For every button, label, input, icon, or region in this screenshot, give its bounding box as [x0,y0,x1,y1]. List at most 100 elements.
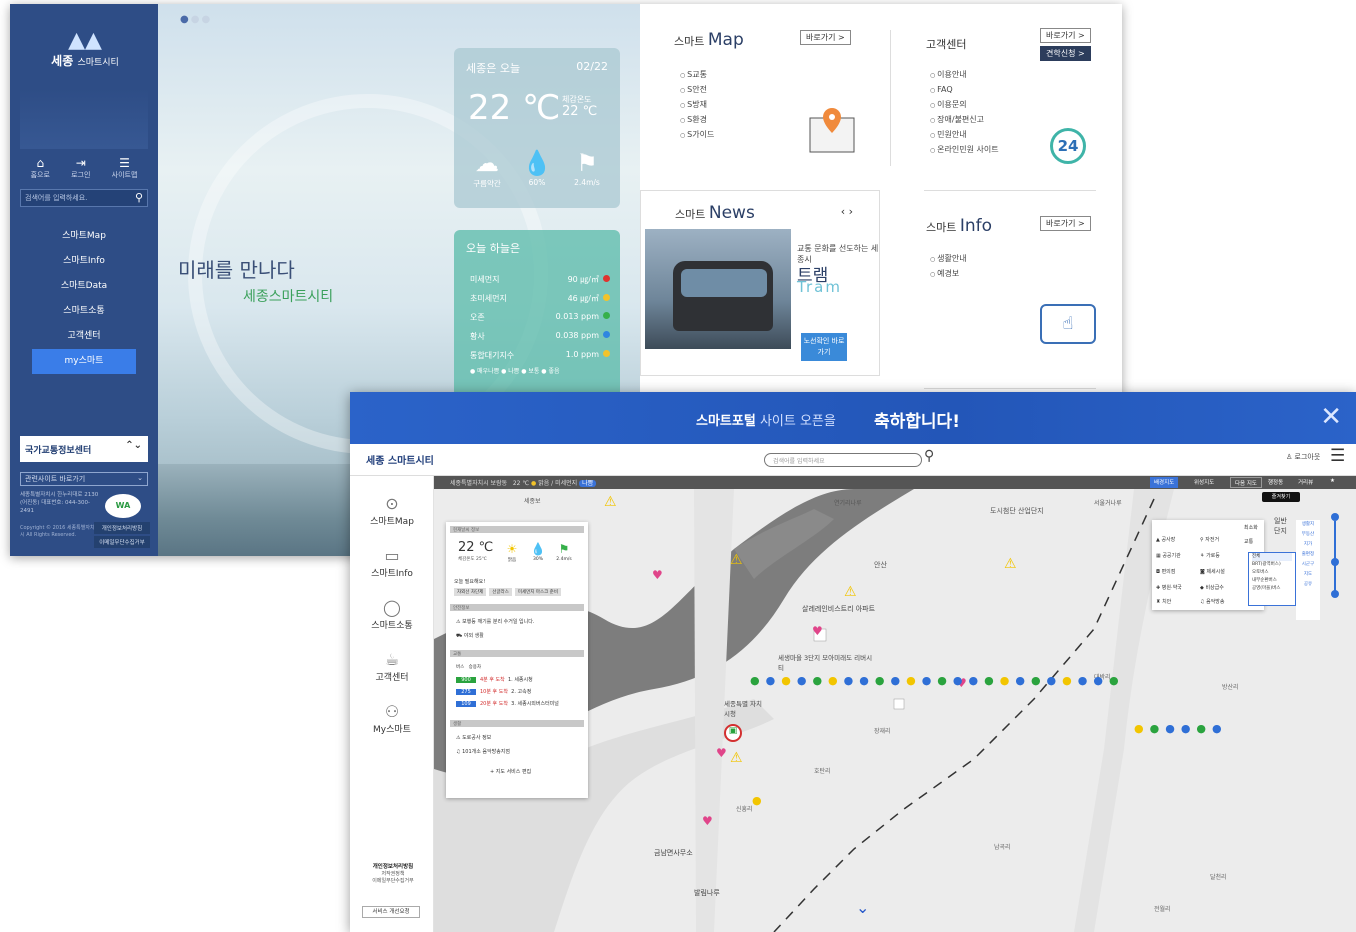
list-item[interactable]: FAQ [930,83,999,98]
list-item[interactable]: S방재 [680,98,714,113]
map-search-input[interactable]: 검색어를 입력하세요 [764,453,922,467]
quick-link-sitemap[interactable]: ☰ 사이트맵 [112,156,138,180]
tab-background-map[interactable]: 배경지도 [1150,477,1179,488]
layer-item[interactable]: ⚘ 가로등 [1200,552,1220,559]
sidebar-item-info[interactable]: 스마트Info [32,249,136,274]
list-item[interactable]: 온라인민원 사이트 [930,143,998,158]
logout-link[interactable]: ♙ 로그아웃 [1286,452,1320,462]
selected-bus-stop-icon[interactable]: ▣ [724,724,742,742]
layer-item[interactable]: ▲ 공사장 [1156,536,1175,543]
slider-dots[interactable]: ●●● [180,14,212,25]
tour-apply-button[interactable]: 견학신청 > [1040,46,1091,61]
nav-item-customer[interactable]: ☕ 고객센터 [350,650,434,683]
sidebar-item-community[interactable]: 스마트소통 [32,299,136,324]
zoom-control[interactable] [1330,512,1340,600]
search-icon[interactable]: ⚲ [924,448,934,464]
minimize-button[interactable]: 최소화 [1244,524,1258,531]
tab-admin-dong[interactable]: 행정동 [1264,477,1287,488]
tool-item[interactable]: 줄편정 [1296,550,1320,560]
tool-item[interactable]: 지도 [1296,570,1320,580]
privacy-link[interactable]: 개인정보처리방침 [360,864,426,871]
bus-stop-marker[interactable]: ● [752,794,762,807]
sub-item[interactable]: 내부순환버스 [1252,577,1292,585]
layer-item[interactable]: ♫ 음악방송 [1200,598,1224,605]
tool-item[interactable]: 시군구 [1296,560,1320,570]
quick-link-home[interactable]: ⌂ 홈으로 [31,156,50,180]
customer-go-button[interactable]: 바로가기 > [1040,28,1091,43]
layer-item[interactable]: ⚲ 자전거 [1200,536,1219,543]
bus-stop-markers[interactable]: ●●●●●● [1134,722,1244,735]
tab-car[interactable]: 승용차 [469,665,481,670]
sidebar-item-customer[interactable]: 고객센터 [32,324,136,349]
music-pin-icon[interactable]: ♥ [652,568,663,582]
portal-logo[interactable]: ▲▲ 세종 스마트시티 [40,30,130,69]
list-item[interactable]: S안전 [680,83,714,98]
sidebar-item-my[interactable]: my스마트 [32,349,136,374]
news-nav-arrows[interactable]: ‹ › [841,205,853,218]
list-item[interactable]: 생활안내 [930,252,966,267]
its-banner[interactable]: 국가교통정보센터 ⌃⌄ [20,436,148,462]
nav-item-community[interactable]: ◯ 스마트소통 [350,598,434,631]
layer-item[interactable]: ◘ 편의점 [1156,568,1175,575]
list-item[interactable]: S교통 [680,68,714,83]
music-pin-icon[interactable]: ♥ [812,624,823,638]
nav-item-map[interactable]: ⊙ 스마트Map [350,494,434,527]
construction-warning-icon[interactable]: ⚠ [730,750,743,766]
sidebar-item-map[interactable]: 스마트Map [32,224,136,249]
bus-row[interactable]: 900 4분 후 도착 1. 세종시청 [456,676,533,683]
tool-item[interactable]: 지가 [1296,540,1320,550]
sub-item[interactable]: BRT(광역버스) [1252,561,1292,569]
layer-item[interactable]: ♜ 치안 [1156,598,1171,605]
star-icon[interactable]: ★ [1326,477,1339,488]
sidebar-search-input[interactable]: 검색어를 입력하세요. ⚲ [20,189,148,207]
construction-warning-icon[interactable]: ⚠ [844,584,857,600]
sub-item[interactable]: 오토버스 [1252,569,1292,577]
construction-warning-icon[interactable]: ⚠ [1004,556,1017,572]
tab-daum-map[interactable]: 다음 지도 [1230,477,1262,488]
sidebar-item-data[interactable]: 스마트Data [32,274,136,299]
close-icon[interactable]: ✕ [1320,402,1342,432]
favorites-button[interactable]: 즐겨찾기 [1262,492,1300,502]
edit-map-service-link[interactable]: + 지도 서비스 편집 [490,768,531,775]
family-site-select[interactable]: 관련사이트 바로가기 ⌄ [20,472,148,486]
tab-street-view[interactable]: 거리뷰 [1294,477,1317,488]
list-item[interactable]: 이용안내 [930,68,999,83]
chevron-down-icon[interactable]: ⌄ [856,898,869,917]
nav-item-my[interactable]: ⚇ My스마트 [350,702,434,735]
email-policy-link[interactable]: 이메일무단수집거부 [360,878,426,885]
layer-traffic[interactable]: 교통 [1244,538,1253,545]
list-item[interactable]: 이용문의 [930,98,999,113]
smart-map-go-button[interactable]: 바로가기 > [800,30,851,45]
hamburger-menu-icon[interactable]: ☰ [1330,446,1345,466]
quick-link-login[interactable]: ⇥ 로그인 [71,156,90,180]
info-go-button[interactable]: 바로가기 > [1040,216,1091,231]
layer-item[interactable]: ◆ 비상급수 [1200,584,1224,591]
sub-item-all[interactable]: 전체 [1252,553,1292,561]
nav-item-info[interactable]: ▭ 스마트Info [350,546,434,579]
tab-satellite-map[interactable]: 위성지도 [1190,477,1218,488]
construction-warning-icon[interactable]: ⚠ [604,494,617,510]
layer-item[interactable]: ◙ 제세시설 [1200,568,1225,575]
sub-item[interactable]: 공영(마을)버스 [1252,585,1292,593]
layer-item[interactable]: ✚ 병원·약국 [1156,584,1182,591]
list-item[interactable]: 장애/불편신고 [930,113,999,128]
bus-row[interactable]: 275 10분 후 도착 2. 고속정 [456,688,531,695]
layer-item[interactable]: ▦ 공공기관 [1156,552,1181,559]
list-item[interactable]: S환경 [680,113,714,128]
service-request-button[interactable]: 서비스 개선요청 [362,906,420,918]
privacy-link[interactable]: 개인정보처리방침 [94,522,150,534]
list-item[interactable]: 예경보 [930,267,967,282]
map-logo[interactable]: 세종 스마트시티 [366,452,434,467]
music-pin-icon[interactable]: ♥ [716,746,727,760]
bus-row[interactable]: 109 20분 후 도착 3. 세종시외버스터미널 [456,700,559,707]
tool-item[interactable]: 공유 [1296,580,1320,590]
email-policy-link[interactable]: 이메일무단수집거부 [94,536,150,548]
list-item[interactable]: S가이드 [680,128,714,143]
list-item[interactable]: 민원안내 [930,128,999,143]
copyright-policy-link[interactable]: 저작권정책 [360,871,426,878]
bus-stop-markers[interactable]: ●●●●●●●●●●●●●●●●●●●●●●●● [750,672,1130,752]
music-pin-icon[interactable]: ♥ [702,814,713,828]
tool-item[interactable]: 생활지 [1296,520,1320,530]
tool-item[interactable]: 부동산 [1296,530,1320,540]
route-check-button[interactable]: 노선확인 바로가기 [801,333,847,361]
